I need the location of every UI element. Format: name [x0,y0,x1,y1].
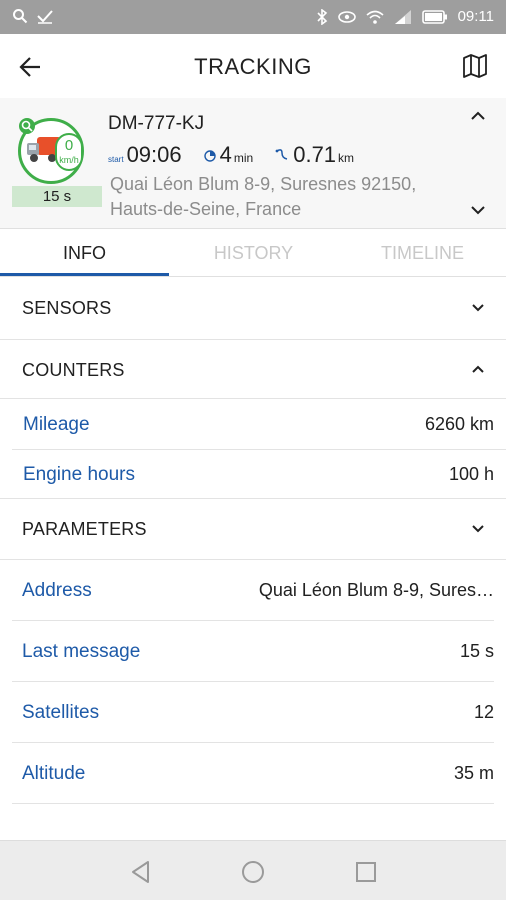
parameter-label-last-message: Last message [22,641,141,662]
duration-value: 4 [219,142,232,167]
unit-address: Quai Léon Blum 8-9, Suresnes 92150, Haut… [110,174,417,219]
map-icon [463,54,487,78]
section-sensors[interactable]: SENSORS [0,278,506,339]
divider [0,398,506,399]
bluetooth-icon [316,8,328,25]
parameter-label-altitude: Altitude [22,763,86,784]
parameter-value-address: Quai Léon Blum 8-9, Sures… [258,580,494,600]
duration-unit: min [233,151,254,165]
nav-recents-button[interactable] [353,859,379,885]
start-time: 09:06 [126,142,182,167]
counter-value-engine-hours: 100 h [448,464,494,484]
tab-timeline[interactable]: TIMELINE [338,229,506,277]
start-icon: start [108,155,124,164]
speed-value: 0 [64,137,74,154]
section-parameters[interactable]: PARAMETERS [0,499,506,559]
unit-name: DM-777-KJ [108,113,205,134]
divider [12,681,494,682]
counter-label-engine-hours: Engine hours [23,464,135,485]
speed-unit: km/h [59,155,79,165]
parameter-label-address: Address [22,580,92,601]
section-title-sensors: SENSORS [22,298,112,318]
section-counters[interactable]: COUNTERS [0,340,506,398]
chevron-down-icon [472,304,484,312]
chevron-down-icon [471,206,485,215]
status-bar: 09:11 [0,0,506,34]
gps-status-icon [19,118,35,134]
counter-label-mileage: Mileage [23,414,90,435]
section-title-parameters: PARAMETERS [22,519,147,539]
collapse-card-button[interactable] [468,108,488,124]
triangle-back-icon [132,861,149,883]
section-title-counters: COUNTERS [22,360,125,380]
distance-icon [275,148,289,167]
parameter-value-satellites: 12 [473,702,494,722]
tab-info[interactable]: INFO [0,229,169,277]
clock-time: 09:11 [457,8,494,25]
chevron-up-icon [471,111,485,120]
counter-value-mileage: 6260 km [424,414,494,434]
distance-value: 0.71 [293,142,337,167]
circle-home-icon [242,861,264,883]
page-title: TRACKING [194,54,312,79]
active-tab-indicator [0,273,169,276]
duration-icon [203,149,216,167]
square-recents-icon [356,862,376,882]
parameter-value-altitude: 35 m [453,763,494,783]
divider [0,559,506,560]
parameter-label-satellites: Satellites [22,702,100,723]
divider [12,803,494,804]
divider [12,449,506,450]
trip-stats: start 09:06 4 min 0.71 km [108,142,376,168]
tab-bar: INFO HISTORY TIMELINE [0,228,506,277]
chevron-up-icon [472,365,484,373]
eye-icon [337,10,356,24]
nav-back-button[interactable] [128,859,154,885]
chevron-down-icon [472,525,484,533]
search-icon [12,8,28,24]
battery-icon [421,9,448,24]
expand-card-button[interactable] [468,202,488,218]
last-update-badge: 15 s [12,186,102,207]
parameter-value-last-message: 15 s [459,641,494,661]
system-nav-bar [0,840,506,900]
speed-indicator: 0 km/h [55,133,83,171]
map-button[interactable] [462,53,488,79]
divider [12,620,494,621]
tab-history[interactable]: HISTORY [169,229,338,277]
wifi-icon [366,10,384,24]
nav-home-button[interactable] [240,859,266,885]
divider [12,742,494,743]
distance-unit: km [338,151,355,165]
check-icon [36,8,54,24]
app-bar: TRACKING [0,34,506,98]
signal-icon [394,9,412,25]
